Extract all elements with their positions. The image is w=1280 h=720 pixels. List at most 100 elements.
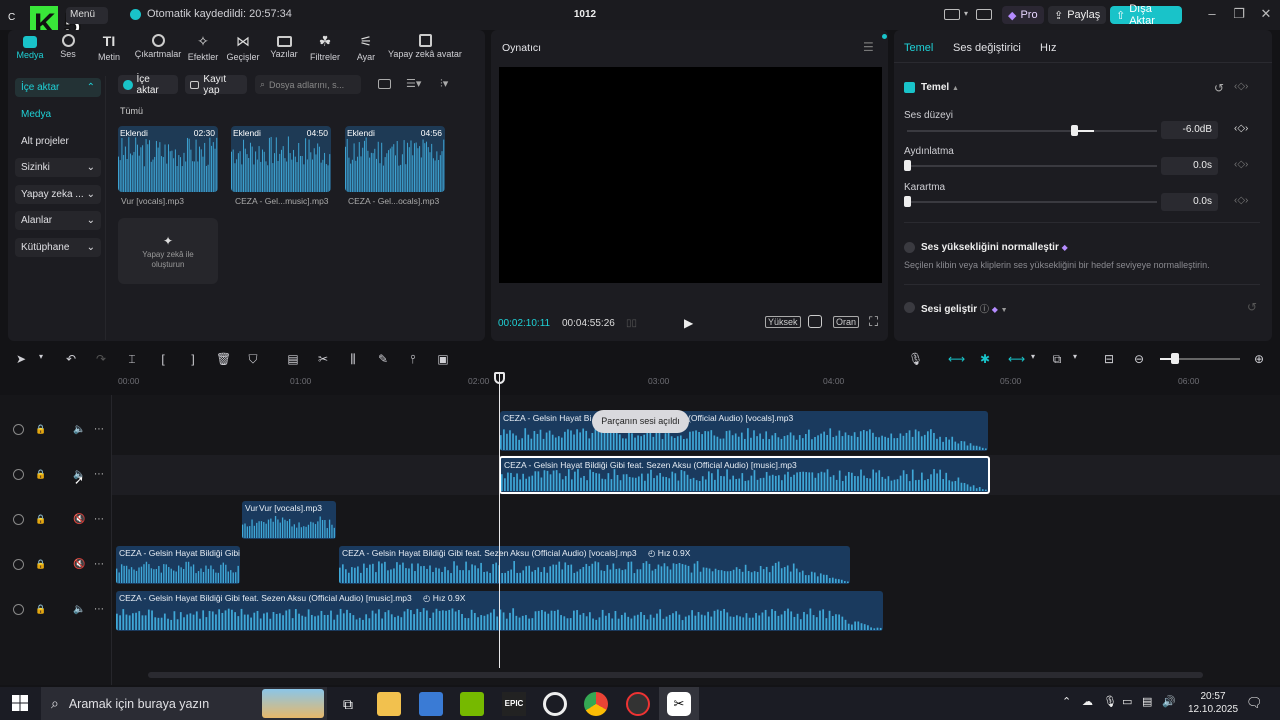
shortcuts-icon[interactable] xyxy=(976,9,992,20)
epic-games-icon[interactable]: EPIC xyxy=(502,692,526,716)
tool-audio[interactable]: Ses xyxy=(46,34,90,59)
media-card-1[interactable]: Eklendi 02:30 xyxy=(118,126,218,192)
tool-adjust[interactable]: ⚟ Ayar xyxy=(344,34,388,62)
record-button[interactable]: Kayıt yap xyxy=(185,74,247,96)
audio-track-icon[interactable] xyxy=(13,424,24,435)
tab-speed[interactable]: Hız xyxy=(1040,42,1057,54)
normalize-checkbox[interactable] xyxy=(904,242,915,253)
export-button[interactable]: ⇧ Dışa Aktar xyxy=(1110,3,1182,27)
media-card-3[interactable]: Eklendi 04:56 xyxy=(345,126,445,192)
sidebar-item-import[interactable]: İçe aktar ⌃ xyxy=(15,78,101,97)
sidebar-item-ai[interactable]: Yapay zeka ... ⌄ xyxy=(15,185,101,204)
network-icon[interactable]: ▤ xyxy=(1142,695,1152,708)
volume-slider-knob[interactable] xyxy=(1071,125,1078,136)
file-explorer-icon[interactable] xyxy=(377,692,401,716)
tool-stickers[interactable]: Çıkartmalar xyxy=(134,34,182,59)
sort-icon[interactable]: ☰▾ xyxy=(406,77,421,90)
more-icon[interactable]: ⋯ xyxy=(94,514,104,525)
microphone-icon[interactable]: 🎙 xyxy=(1103,695,1117,708)
speaker-icon[interactable]: 🔈 xyxy=(73,604,85,615)
mixer-icon[interactable]: ⫼ xyxy=(346,352,360,366)
playhead-handle[interactable] xyxy=(494,372,505,384)
recorder-icon[interactable] xyxy=(626,692,650,716)
playhead[interactable] xyxy=(499,372,500,668)
pro-button[interactable]: ◆ Pro xyxy=(1002,6,1044,24)
microphone-icon[interactable]: 🎙 xyxy=(908,352,923,366)
store-icon[interactable] xyxy=(419,692,443,716)
ai-generate-card[interactable]: ✦ Yapay zekâ ile oluşturun xyxy=(118,218,218,284)
video-preview[interactable] xyxy=(499,67,882,283)
minimize-icon[interactable]: – xyxy=(1203,6,1221,24)
more-icon[interactable]: ⋯ xyxy=(94,559,104,570)
sidebar-item-spaces[interactable]: Alanlar ⌄ xyxy=(15,211,101,230)
keyframe-nav-icon[interactable]: ‹◇› xyxy=(1234,81,1248,92)
section-title[interactable]: Temel ▲ xyxy=(921,82,959,93)
audio-track-icon[interactable] xyxy=(13,604,24,615)
enhance-title[interactable]: Sesi geliştir ⓘ ◆ ▼ xyxy=(921,302,1008,315)
audio-track-icon[interactable] xyxy=(13,514,24,525)
tool-ai-avatar[interactable]: Yapay zekâ avatar xyxy=(385,34,465,59)
undo-icon[interactable]: ↶ xyxy=(64,352,78,366)
keyframe-icon[interactable]: ‹◇› xyxy=(1234,159,1248,170)
chevron-down-icon[interactable]: ▾ xyxy=(1026,352,1040,366)
chrome-icon[interactable] xyxy=(584,692,608,716)
sidebar-item-library[interactable]: Kütüphane ⌄ xyxy=(15,238,101,257)
volume-slider[interactable] xyxy=(907,130,1157,132)
fadein-value-field[interactable]: 0.0s xyxy=(1161,157,1218,175)
media-search-input[interactable]: ⌕ Dosya adlarını, s... xyxy=(255,75,361,94)
sidebar-item-subprojects[interactable]: Alt projeler xyxy=(21,136,69,147)
zoom-slider-knob[interactable] xyxy=(1171,353,1179,364)
chevron-down-icon[interactable]: ▾ xyxy=(34,352,48,366)
screenshot-icon[interactable] xyxy=(808,315,822,328)
keyframe-icon[interactable]: ‹◇› xyxy=(1234,195,1248,206)
more-icon[interactable]: ⋯ xyxy=(94,604,104,615)
fadeout-slider-knob[interactable] xyxy=(904,196,911,207)
sidebar-item-media[interactable]: Medya xyxy=(21,109,51,120)
task-view-icon[interactable]: ⧉ xyxy=(336,692,360,716)
folder-icon[interactable]: ▤ xyxy=(286,352,300,366)
ai-cut-icon[interactable]: ✂ xyxy=(316,352,330,366)
play-icon[interactable]: ▶ xyxy=(684,316,693,330)
split-right-icon[interactable]: ] xyxy=(186,352,200,366)
tool-filters[interactable]: ☘ Filtreler xyxy=(303,34,347,62)
timeline-clip[interactable]: CEZA - Gelsin Hayat Bi (Official Audio) … xyxy=(500,411,988,451)
tool-effects[interactable]: ✧ Efektler xyxy=(181,34,225,62)
filter-icon[interactable]: ⫶▾ xyxy=(440,77,448,91)
lock-icon[interactable]: 🔒 xyxy=(35,514,46,525)
tray-chevron-icon[interactable]: ⌃ xyxy=(1062,695,1071,708)
timeline-view-icon[interactable]: ▯▯ xyxy=(626,318,637,329)
notification-icon[interactable]: 🗨 xyxy=(1246,695,1263,711)
share-button[interactable]: ⇪ Paylaş xyxy=(1048,6,1107,24)
fit-icon[interactable]: ⊟ xyxy=(1102,352,1116,366)
timeline-scrollbar[interactable] xyxy=(148,672,1203,678)
lock-icon[interactable]: 🔒 xyxy=(35,604,46,615)
redo-icon[interactable]: ↷ xyxy=(94,352,108,366)
magic-icon[interactable]: ✎ xyxy=(376,352,390,366)
tab-voice-changer[interactable]: Ses değiştirici xyxy=(953,42,1021,54)
beat-icon[interactable]: ⫯ xyxy=(406,352,420,366)
time-ruler[interactable] xyxy=(112,374,1280,392)
grid-view-icon[interactable] xyxy=(378,79,391,89)
fadeout-slider[interactable] xyxy=(907,201,1157,203)
chevron-down-icon[interactable]: ▾ xyxy=(964,9,968,18)
timeline-clip[interactable]: CEZA - Gelsin Hayat Bildiği Gibi feat. S… xyxy=(339,546,850,584)
app-icon[interactable] xyxy=(543,692,567,716)
tool-transitions[interactable]: ⋈ Geçişler xyxy=(221,34,265,62)
select-tool-icon[interactable]: ➤ xyxy=(14,352,28,366)
fadeout-value-field[interactable]: 0.0s xyxy=(1161,193,1218,211)
zoom-out-icon[interactable]: ⊖ xyxy=(1132,352,1146,366)
lock-icon[interactable]: 🔒 xyxy=(35,469,46,480)
menu-dropdown[interactable]: Menü xyxy=(66,7,108,24)
basic-checkbox[interactable] xyxy=(904,82,915,93)
speaker-muted-icon[interactable]: 🔇 xyxy=(73,559,85,570)
more-icon[interactable]: ⋯ xyxy=(94,424,104,435)
shield-icon[interactable]: ⛉ xyxy=(246,352,260,366)
audio-track-icon[interactable] xyxy=(13,469,24,480)
reset-icon[interactable]: ↺ xyxy=(1247,300,1257,314)
snap-icon[interactable]: ✱ xyxy=(978,352,992,366)
link-icon[interactable]: ⟷ xyxy=(948,352,965,366)
split-icon[interactable]: ⌶ xyxy=(125,352,139,366)
volume-value-field[interactable]: -6.0dB xyxy=(1161,121,1218,139)
sidebar-item-yours[interactable]: Sizinki ⌄ xyxy=(15,158,101,177)
enhance-checkbox[interactable] xyxy=(904,302,915,313)
